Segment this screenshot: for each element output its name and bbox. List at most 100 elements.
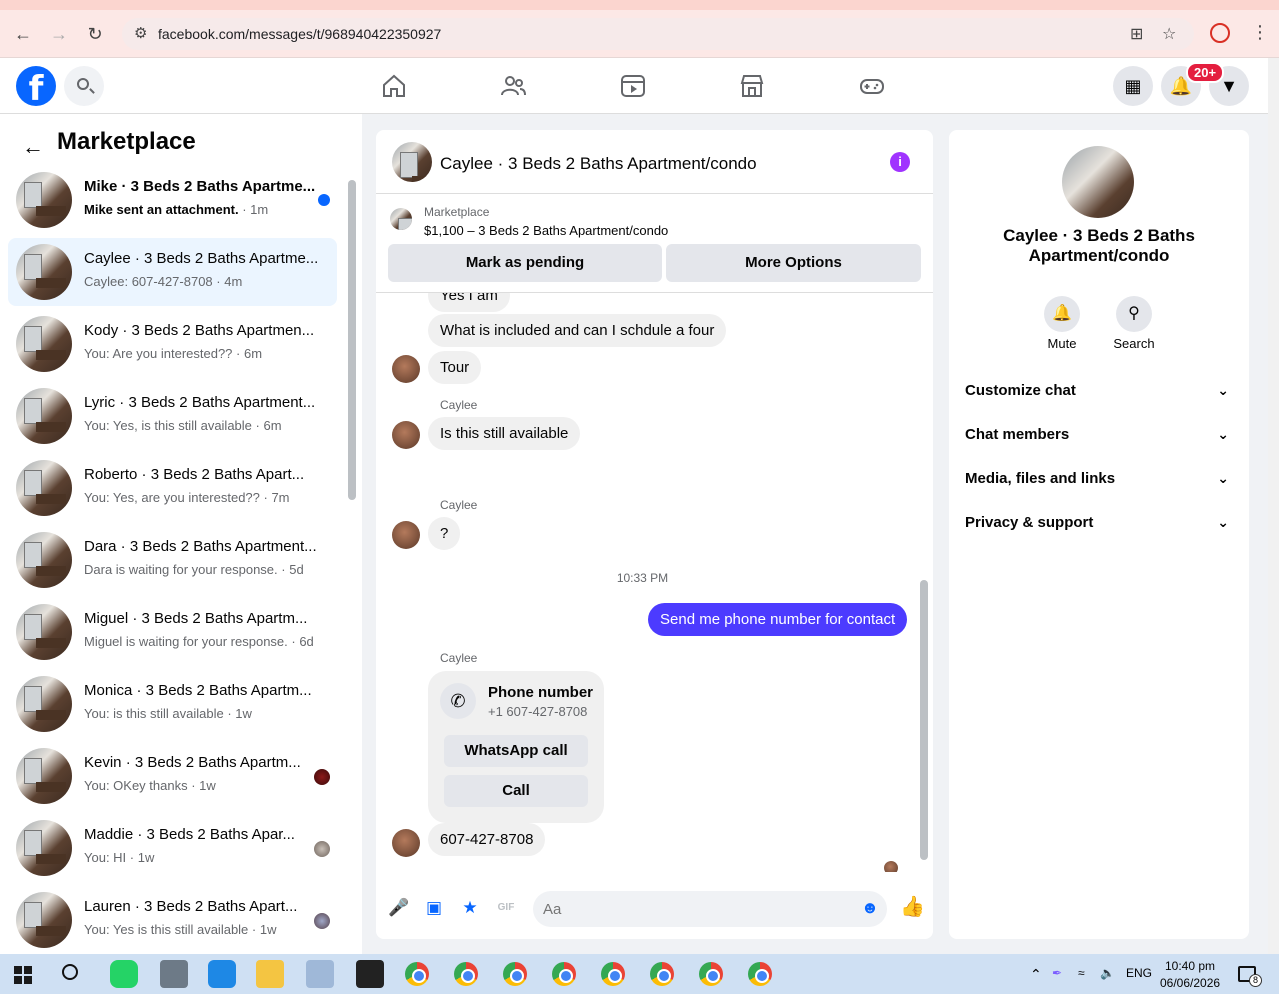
sender-avatar[interactable] — [392, 521, 420, 549]
chrome-profile-icon[interactable] — [601, 962, 625, 986]
section-label: Privacy & support — [965, 514, 1094, 531]
chrome-profile-icon[interactable] — [552, 962, 576, 986]
tab-strip — [0, 0, 1279, 10]
forward-arrow-icon[interactable]: → — [47, 22, 71, 46]
back-arrow-icon[interactable]: ← — [22, 134, 44, 160]
conversation-name: Roberto · 3 Beds 2 Baths Apart... — [84, 466, 305, 483]
listing-thumbnail — [16, 388, 72, 444]
search-icon[interactable] — [62, 964, 78, 980]
sender-avatar[interactable] — [392, 421, 420, 449]
chevron-up-icon[interactable]: ⌃ — [1030, 966, 1042, 983]
marketplace-icon[interactable] — [738, 72, 766, 100]
app-icon[interactable] — [208, 960, 236, 988]
message-input[interactable] — [533, 891, 887, 927]
search-button[interactable] — [64, 66, 104, 106]
search-icon: ⚲ — [1128, 305, 1140, 322]
listing-thumbnail — [16, 820, 72, 876]
conversation-item[interactable]: Miguel · 3 Beds 2 Baths Apartm... Miguel… — [8, 598, 337, 666]
conversation-name: Lauren · 3 Beds 2 Baths Apart... — [84, 898, 298, 915]
conversation-item[interactable]: Monica · 3 Beds 2 Baths Apartm... You: i… — [8, 670, 337, 738]
more-options-button[interactable]: More Options — [666, 244, 921, 282]
conversation-item[interactable]: Mike · 3 Beds 2 Baths Apartme... Mike se… — [8, 166, 337, 234]
site-info-icon[interactable]: ⚙ — [134, 24, 147, 42]
back-arrow-icon[interactable]: ← — [11, 22, 35, 46]
chrome-profile-icon[interactable] — [650, 962, 674, 986]
clock[interactable]: 10:40 pm 06/06/2026 — [1160, 958, 1220, 992]
whatsapp-call-button[interactable]: WhatsApp call — [444, 735, 588, 767]
media-files-links-section[interactable]: Media, files and links ⌄ — [965, 470, 1235, 510]
whatsapp-icon[interactable] — [110, 960, 138, 988]
emoji-icon[interactable]: ☻ — [860, 898, 880, 918]
conversation-item[interactable]: Lyric · 3 Beds 2 Baths Apartment... You:… — [8, 382, 337, 450]
message-composer: 🎤 ▣ ★ GIF ☻ 👍 — [376, 878, 933, 938]
search-in-conversation-button[interactable]: ⚲ — [1116, 296, 1152, 332]
language-indicator[interactable]: ENG — [1126, 966, 1152, 980]
info-icon[interactable]: i — [890, 152, 910, 172]
sticky-notes-icon[interactable] — [356, 960, 384, 988]
page-scrollbar[interactable] — [1268, 58, 1279, 954]
conversation-item[interactable]: Maddie · 3 Beds 2 Baths Apar... You: HI … — [8, 814, 337, 882]
pen-icon[interactable]: ✒ — [1052, 966, 1062, 980]
scrollbar-thumb[interactable] — [348, 180, 356, 500]
conversation-item[interactable]: Caylee · 3 Beds 2 Baths Apartme... Cayle… — [8, 238, 337, 306]
conversation-preview: You: is this still available · 1w — [84, 706, 252, 721]
conversation-item[interactable]: Lauren · 3 Beds 2 Baths Apart... You: Ye… — [8, 886, 337, 954]
gaming-icon[interactable] — [858, 72, 886, 100]
sticker-icon[interactable]: ★ — [460, 898, 480, 918]
video-icon[interactable] — [619, 72, 647, 100]
call-button[interactable]: Call — [444, 775, 588, 807]
sender-avatar[interactable] — [392, 355, 420, 383]
profile-icon[interactable] — [1210, 23, 1230, 43]
volume-icon[interactable]: 🔈 — [1100, 966, 1115, 980]
chat-avatar[interactable] — [392, 142, 432, 182]
calculator-icon[interactable] — [160, 960, 188, 988]
conversation-item[interactable]: Roberto · 3 Beds 2 Baths Apart... You: Y… — [8, 454, 337, 522]
reload-icon[interactable]: ↻ — [83, 22, 107, 46]
windows-start-icon[interactable] — [14, 966, 32, 984]
mark-pending-button[interactable]: Mark as pending — [388, 244, 662, 282]
conversation-item[interactable]: Kevin · 3 Beds 2 Baths Apartm... You: OK… — [8, 742, 337, 810]
search-icon — [77, 78, 89, 90]
like-icon[interactable]: 👍 — [900, 897, 925, 917]
url-text[interactable]: facebook.com/messages/t/968940422350927 — [158, 26, 441, 42]
messages-scrollbar-thumb[interactable] — [920, 580, 928, 860]
sender-avatar[interactable] — [392, 829, 420, 857]
gif-icon[interactable]: GIF — [496, 898, 516, 918]
file-explorer-icon[interactable] — [256, 960, 284, 988]
conversation-item[interactable]: Dara · 3 Beds 2 Baths Apartment... Dara … — [8, 526, 337, 594]
menu-grid-button[interactable]: ▦ — [1113, 66, 1153, 106]
conversation-preview: You: Are you interested?? · 6m — [84, 346, 263, 361]
unread-dot — [318, 194, 330, 206]
photo-icon[interactable]: ▣ — [424, 898, 444, 918]
chrome-profile-icon[interactable] — [503, 962, 527, 986]
chevron-down-icon: ⌄ — [1217, 514, 1229, 530]
friends-icon[interactable] — [499, 72, 527, 100]
chat-title[interactable]: Caylee · 3 Beds 2 Baths Apartment/condo — [440, 154, 757, 174]
chat-members-section[interactable]: Chat members ⌄ — [965, 426, 1235, 466]
listing-price[interactable]: $1,100 – 3 Beds 2 Baths Apartment/condo — [424, 223, 668, 238]
microphone-icon[interactable]: 🎤 — [388, 898, 409, 918]
chrome-icon[interactable] — [405, 962, 429, 986]
install-app-icon[interactable]: ⊞ — [1130, 24, 1143, 44]
privacy-support-section[interactable]: Privacy & support ⌄ — [965, 514, 1235, 554]
browser-menu-icon[interactable]: ⋮ — [1251, 22, 1269, 43]
mute-button[interactable]: 🔔 — [1044, 296, 1080, 332]
bookmark-star-icon[interactable]: ☆ — [1162, 24, 1176, 44]
conversation-name: Lyric · 3 Beds 2 Baths Apartment... — [84, 394, 316, 411]
conversation-avatar[interactable] — [1062, 146, 1134, 218]
network-icon[interactable]: ≈ — [1078, 966, 1085, 980]
home-icon[interactable] — [380, 72, 408, 100]
conversation-name: Kody · 3 Beds 2 Baths Apartmen... — [84, 322, 315, 339]
chrome-profile-icon[interactable] — [699, 962, 723, 986]
mute-label: Mute — [1047, 336, 1077, 351]
facebook-logo[interactable]: f — [16, 66, 56, 109]
image-viewer-icon[interactable] — [306, 960, 334, 988]
chrome-profile-icon[interactable] — [748, 962, 772, 986]
chrome-profile-icon[interactable] — [454, 962, 478, 986]
address-bar[interactable]: ⚙ facebook.com/messages/t/96894042235092… — [122, 18, 1194, 50]
conversation-name: Monica · 3 Beds 2 Baths Apartm... — [84, 682, 312, 699]
conversation-preview: You: Yes, are you interested?? · 7m — [84, 490, 290, 505]
conversation-item[interactable]: Kody · 3 Beds 2 Baths Apartmen... You: A… — [8, 310, 337, 378]
customize-chat-section[interactable]: Customize chat ⌄ — [965, 382, 1235, 422]
conversation-preview: Caylee: 607-427-8708 · 4m — [84, 274, 243, 289]
